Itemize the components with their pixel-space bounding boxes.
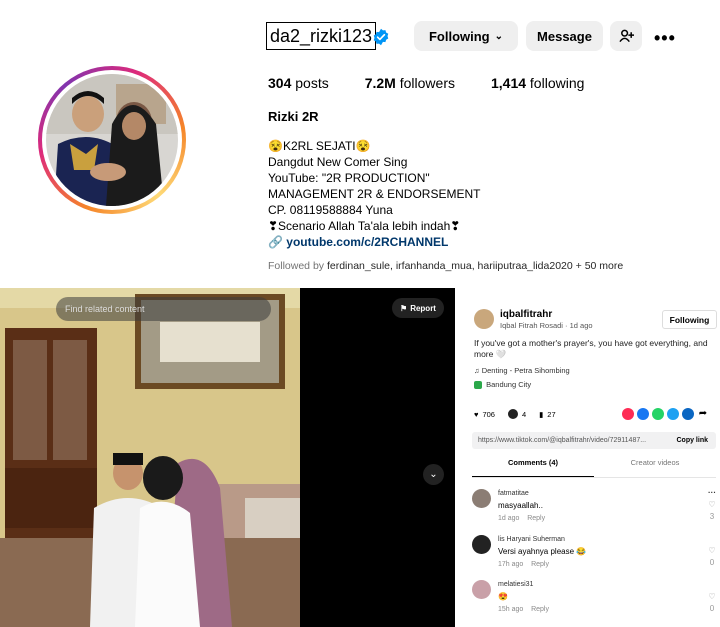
linkedin-icon[interactable] — [682, 408, 694, 420]
comment-like-count: 3 — [709, 512, 715, 521]
more-options-icon[interactable]: ••• — [654, 28, 676, 49]
comment-user[interactable]: lis Haryani Suherman — [498, 536, 565, 543]
followed-by[interactable]: Followed by ferdinan_sule, irfanhanda_mu… — [268, 260, 623, 272]
flag-icon: ⚑ — [400, 303, 408, 313]
find-related-content-input[interactable]: Find related content — [56, 297, 271, 321]
like-count: 706 — [482, 409, 495, 419]
tab-creator-videos[interactable]: Creator videos — [594, 458, 716, 477]
comment-meta: 15h ago Reply — [498, 606, 549, 613]
reply-button[interactable]: Reply — [531, 606, 549, 613]
chevron-down-icon: ⌄ — [494, 30, 504, 42]
following-button[interactable]: Following — [662, 310, 717, 329]
like-button[interactable]: ♥ 706 — [474, 410, 495, 419]
video-player[interactable] — [0, 288, 455, 627]
comment-time: 17h ago — [498, 561, 524, 568]
followed-by-names[interactable]: ferdinan_sule, irfanhanda_mua, hariiputr… — [327, 260, 573, 272]
video-frame — [0, 288, 300, 627]
avatar[interactable] — [474, 309, 494, 329]
reply-button[interactable]: Reply — [527, 515, 545, 522]
username[interactable]: da2_rizki123 — [266, 22, 377, 50]
twitter-icon[interactable] — [667, 408, 679, 420]
share-arrow-icon[interactable]: ➦ — [697, 408, 709, 420]
heart-outline-icon[interactable]: ♡ — [706, 546, 718, 555]
comment-tabs: Comments (4) Creator videos — [472, 458, 716, 478]
post-author[interactable]: iqbalfitrahr — [500, 309, 552, 320]
following-stat[interactable]: 1,414 following — [491, 75, 584, 91]
comment-time: 1d ago — [498, 515, 520, 522]
comment-user[interactable]: melatiesi31 — [498, 581, 533, 588]
post-music[interactable]: ♫ Denting - Petra Sihombing — [474, 366, 570, 375]
location-icon — [474, 381, 482, 390]
link-icon: 🔗 — [268, 235, 283, 249]
comment-text: 😍 — [498, 592, 508, 601]
comment-like-count: 0 — [709, 604, 715, 613]
bio-line: 😵K2RL SEJATI😵 — [268, 139, 371, 153]
post-actions: ♥ 706 4 ▮ 27 — [474, 409, 569, 419]
video-url-field[interactable]: https://www.tiktok.com/@iqbalfitrahr/vid… — [472, 432, 716, 449]
bio-line: MANAGEMENT 2R & ENDORSEMENT — [268, 187, 481, 201]
tab-comments[interactable]: Comments (4) — [472, 458, 594, 477]
comment-button[interactable]: 4 — [507, 409, 527, 419]
verified-badge-icon — [373, 28, 389, 46]
posts-stat[interactable]: 304 posts — [268, 75, 329, 91]
followers-stat[interactable]: 7.2M followers — [365, 75, 455, 91]
add-user-icon — [618, 29, 634, 43]
comment-count: 4 — [521, 409, 527, 419]
whatsapp-icon[interactable] — [652, 408, 664, 420]
save-count: 27 — [547, 409, 556, 419]
embed-icon[interactable] — [622, 408, 634, 420]
comment-user[interactable]: fatmatitae — [498, 490, 529, 497]
comment-text: Versi ayahnya please 😂 — [498, 547, 587, 556]
report-button[interactable]: ⚑ Report — [392, 298, 444, 318]
instagram-profile-page: da2_rizki123 Following ⌄ Message ••• 304… — [0, 0, 720, 627]
avatar — [46, 74, 178, 206]
comment-meta: 17h ago Reply — [498, 561, 549, 568]
heart-icon: ♥ — [474, 409, 479, 419]
location-label: Bandung City — [486, 380, 532, 389]
more-options-icon[interactable]: ··· — [706, 488, 718, 497]
following-button-label: Following — [428, 28, 490, 44]
followed-by-more[interactable]: + 50 more — [576, 260, 624, 272]
post-location[interactable]: Bandung City — [474, 380, 532, 390]
suggest-users-button[interactable] — [610, 21, 642, 51]
bio-line: Dangdut New Comer Sing — [268, 155, 408, 169]
video-url: https://www.tiktok.com/@iqbalfitrahr/vid… — [478, 437, 647, 444]
message-button[interactable]: Message — [526, 21, 603, 51]
comment-meta: 1d ago Reply — [498, 515, 545, 522]
avatar[interactable] — [472, 535, 491, 554]
bio-line: ❣Scenario Allah Ta'ala lebih indah❣ — [268, 219, 461, 233]
avatar[interactable] — [472, 489, 491, 508]
profile-avatar-story-ring[interactable] — [38, 66, 186, 214]
chevron-down-icon[interactable]: ⌄ — [423, 464, 444, 485]
profile-bio: 😵K2RL SEJATI😵 Dangdut New Comer Sing You… — [268, 138, 480, 250]
profile-link[interactable]: 🔗 youtube.com/c/2RCHANNEL — [268, 234, 480, 250]
profile-full-name: Rizki 2R — [268, 109, 319, 124]
reply-button[interactable]: Reply — [531, 561, 549, 568]
profile-stats: 304 posts 7.2M followers 1,414 following — [268, 75, 620, 91]
music-note-icon: ♫ — [474, 366, 480, 375]
heart-outline-icon[interactable]: ♡ — [706, 592, 718, 601]
comment-like-count: 0 — [709, 558, 715, 567]
save-button[interactable]: ▮ 27 — [539, 410, 555, 419]
comment-icon — [507, 409, 518, 419]
bio-line: CP. 08119588884 Yuna — [268, 203, 393, 217]
heart-outline-icon[interactable]: ♡ — [706, 500, 718, 509]
share-buttons: ➦ — [622, 408, 709, 420]
following-button[interactable]: Following ⌄ — [414, 21, 518, 51]
post-caption: If you've got a mother's prayer's, you h… — [474, 338, 708, 359]
profile-link-text[interactable]: youtube.com/c/2RCHANNEL — [286, 235, 448, 249]
post-author-subtitle: Iqbal Fitrah Rosadi · 1d ago — [500, 321, 593, 330]
comment-text: masyaallah.. — [498, 501, 543, 510]
report-label: Report — [410, 303, 436, 313]
copy-link-button[interactable]: Copy link — [676, 437, 708, 444]
music-label: Denting - Petra Sihombing — [481, 366, 570, 375]
bio-line: YouTube: "2R PRODUCTION" — [268, 171, 430, 185]
comment-time: 15h ago — [498, 606, 524, 613]
followed-by-prefix: Followed by — [268, 260, 325, 272]
bookmark-icon: ▮ — [539, 409, 544, 419]
avatar[interactable] — [472, 580, 491, 599]
facebook-icon[interactable] — [637, 408, 649, 420]
